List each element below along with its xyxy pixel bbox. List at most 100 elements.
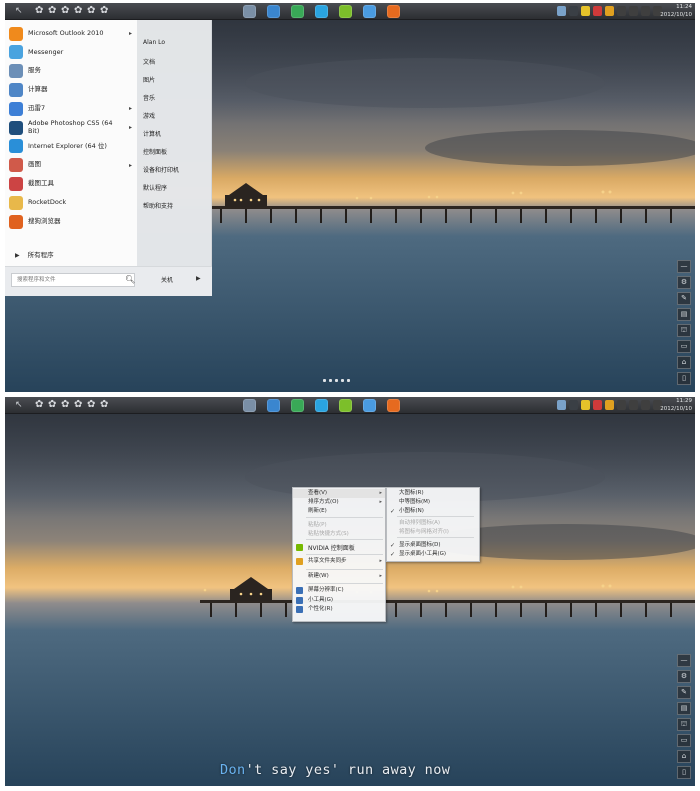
minimize-icon[interactable]: —: [677, 654, 691, 667]
gear-icon[interactable]: ✿: [61, 399, 70, 411]
chrome-icon[interactable]: [291, 399, 304, 412]
start-menu-program-item[interactable]: 搜狗浏览器: [9, 212, 133, 231]
context-menu-item[interactable]: 共享文件夹同步 ▸: [293, 557, 385, 566]
tray-icon[interactable]: [581, 6, 590, 16]
page-dot[interactable]: [335, 379, 338, 382]
tray-icon[interactable]: [569, 400, 578, 410]
recycle-bin-icon[interactable]: ▯: [677, 766, 691, 779]
gear-icon[interactable]: ✿: [74, 5, 83, 17]
gear-icon[interactable]: ✿: [74, 399, 83, 411]
brush-icon[interactable]: ✎: [677, 292, 691, 305]
search-icon[interactable]: 🔍︎: [125, 275, 135, 284]
minimize-icon[interactable]: —: [677, 260, 691, 273]
chrome-icon[interactable]: [291, 5, 304, 18]
home-icon[interactable]: ⌂: [677, 750, 691, 763]
context-menu-item[interactable]: 新建(W) ▸: [293, 572, 385, 581]
settings-icon[interactable]: ⚙: [677, 276, 691, 289]
messenger-icon[interactable]: [363, 5, 376, 18]
view-submenu-item[interactable]: ✓ 显示桌面小工具(G): [387, 550, 479, 559]
home-icon[interactable]: ⌂: [677, 356, 691, 369]
start-menu-program-item[interactable]: 迅雷7 ▸: [9, 99, 133, 118]
tray-icon[interactable]: [629, 400, 638, 410]
window-icon[interactable]: ▭: [677, 734, 691, 747]
start-menu-program-item[interactable]: Adobe Photoshop CS5 (64 Bit) ▸: [9, 118, 133, 137]
gear-icon[interactable]: ✿: [61, 5, 70, 17]
window-icon[interactable]: ▭: [677, 340, 691, 353]
brush-icon[interactable]: ✎: [677, 686, 691, 699]
gear-icon[interactable]: ✿: [87, 5, 96, 17]
explorer-icon[interactable]: [243, 5, 256, 18]
context-menu-item[interactable]: 个性化(R): [293, 605, 385, 614]
context-menu-item[interactable]: 排序方式(O) ▸: [293, 498, 385, 507]
start-menu-link[interactable]: 控制面板: [143, 147, 167, 156]
tray-icon[interactable]: [593, 6, 602, 16]
gear-icon[interactable]: ✿: [100, 399, 109, 411]
gear-icon[interactable]: ✿: [35, 399, 44, 411]
view-submenu-item[interactable]: ✓ 小图标(N): [387, 507, 479, 516]
messenger-icon[interactable]: [363, 399, 376, 412]
start-menu-program-item[interactable]: RocketDock: [9, 193, 133, 212]
ie-icon[interactable]: [267, 399, 280, 412]
page-dot[interactable]: [323, 379, 326, 382]
tray-icon[interactable]: [557, 6, 566, 16]
page-dot[interactable]: [329, 379, 332, 382]
start-menu-link[interactable]: 图片: [143, 75, 155, 84]
shutdown-button[interactable]: 关机: [161, 275, 173, 284]
tray-icon[interactable]: [641, 6, 650, 16]
tray-icon[interactable]: [617, 6, 626, 16]
start-menu-link[interactable]: 游戏: [143, 111, 155, 120]
tray-icon[interactable]: [629, 6, 638, 16]
folder-icon[interactable]: ▤: [677, 308, 691, 321]
start-menu-program-item[interactable]: Internet Explorer (64 位): [9, 137, 133, 156]
tray-icon[interactable]: [605, 6, 614, 16]
start-menu-program-item[interactable]: 服务: [9, 62, 133, 81]
start-button-icon[interactable]: ↖: [15, 400, 25, 410]
skype-icon[interactable]: [315, 5, 328, 18]
settings-icon[interactable]: ⚙: [677, 670, 691, 683]
start-menu-program-item[interactable]: 截图工具: [9, 174, 133, 193]
start-button-icon[interactable]: ↖: [15, 6, 25, 16]
context-menu-item[interactable]: 刷新(E): [293, 507, 385, 516]
start-menu-program-item[interactable]: Microsoft Outlook 2010 ▸: [9, 24, 133, 43]
start-menu-program-item[interactable]: Messenger: [9, 43, 133, 62]
tray-icon[interactable]: [569, 6, 578, 16]
start-menu-link[interactable]: 默认程序: [143, 183, 167, 192]
trash-up-icon[interactable]: ⛫: [677, 718, 691, 731]
context-menu-item[interactable]: 小工具(G): [293, 596, 385, 605]
tray-icon[interactable]: [557, 400, 566, 410]
gear-icon[interactable]: ✿: [35, 5, 44, 17]
gear-icon[interactable]: ✿: [100, 5, 109, 17]
view-submenu-item[interactable]: 中等图标(M): [387, 498, 479, 507]
firefox-icon[interactable]: [387, 399, 400, 412]
firefox-icon[interactable]: [387, 5, 400, 18]
view-submenu-item[interactable]: ✓ 显示桌面图标(D): [387, 541, 479, 550]
start-menu-link[interactable]: 音乐: [143, 93, 155, 102]
shutdown-options-arrow-icon[interactable]: ▶: [196, 275, 201, 282]
tray-icon[interactable]: [581, 400, 590, 410]
gear-icon[interactable]: ✿: [48, 399, 57, 411]
trash-up-icon[interactable]: ⛫: [677, 324, 691, 337]
ie-icon[interactable]: [267, 5, 280, 18]
search-input[interactable]: 搜索程序和文件: [11, 273, 135, 287]
tray-icon[interactable]: [641, 400, 650, 410]
green-app-icon[interactable]: [339, 399, 352, 412]
context-menu-item[interactable]: 查看(V) ▸: [293, 489, 385, 498]
start-menu-program-item[interactable]: 计算器: [9, 80, 133, 99]
clock[interactable]: 11:29 2012/10/10: [660, 397, 692, 413]
start-menu-link[interactable]: Alan Lo: [143, 39, 165, 46]
gear-icon[interactable]: ✿: [87, 399, 96, 411]
start-menu-link[interactable]: 帮助和支持: [143, 201, 173, 210]
start-menu-link[interactable]: 文档: [143, 57, 155, 66]
tray-icon[interactable]: [617, 400, 626, 410]
page-dot[interactable]: [347, 379, 350, 382]
gear-icon[interactable]: ✿: [48, 5, 57, 17]
tray-icon[interactable]: [593, 400, 602, 410]
green-app-icon[interactable]: [339, 5, 352, 18]
recycle-bin-icon[interactable]: ▯: [677, 372, 691, 385]
start-menu-program-item[interactable]: 画图 ▸: [9, 156, 133, 175]
folder-icon[interactable]: ▤: [677, 702, 691, 715]
start-menu-link[interactable]: 计算机: [143, 129, 161, 138]
all-programs-item[interactable]: ▶ 所有程序: [9, 246, 133, 265]
tray-icon[interactable]: [605, 400, 614, 410]
clock[interactable]: 11:24 2012/10/10: [660, 3, 692, 19]
